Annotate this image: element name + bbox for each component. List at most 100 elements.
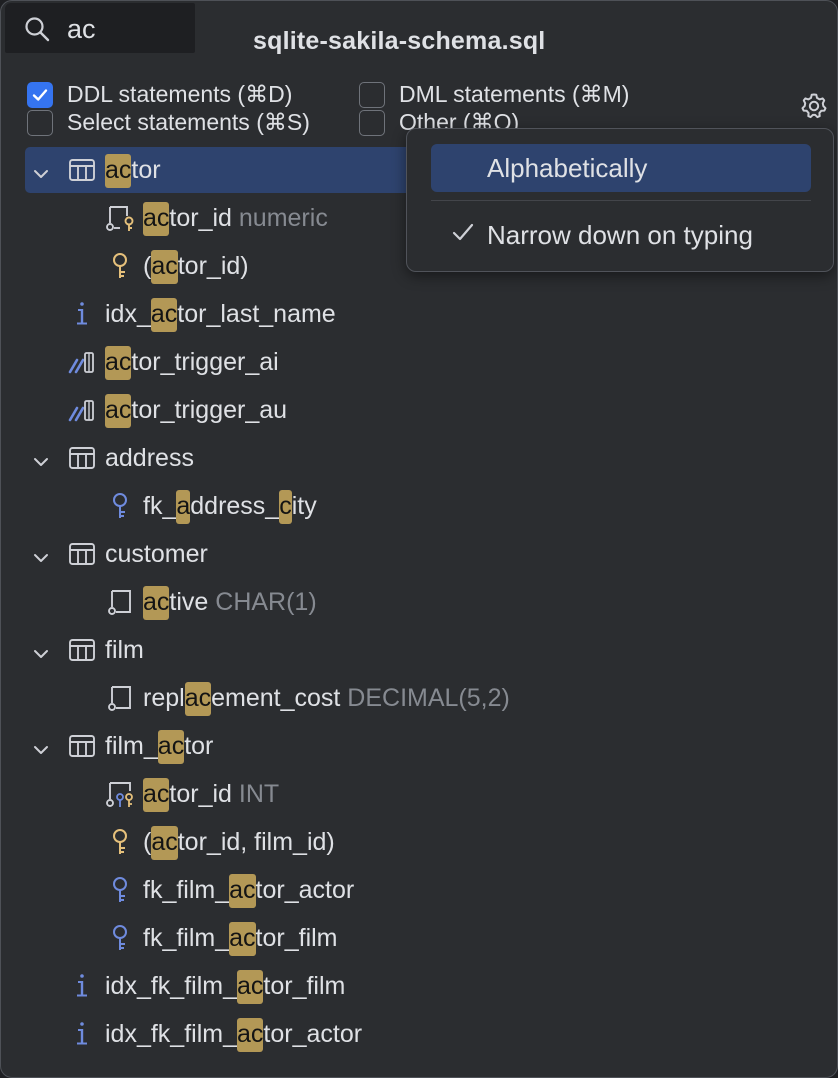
tree-row[interactable]: fk_film_actor_actor (25, 867, 837, 913)
tree-row-label: fk_address_city (143, 490, 317, 524)
label-text: ity (291, 492, 317, 520)
label-text: ement_cost (211, 684, 341, 712)
chevron-down-icon[interactable] (32, 545, 50, 563)
tree-row-label: fk_film_actor_film (143, 922, 338, 956)
primary-key-icon (105, 251, 135, 281)
tree-row-label: idx_fk_film_actor_actor (105, 1018, 362, 1052)
match-highlight: ac (237, 1018, 264, 1052)
foreign-key-icon (105, 923, 135, 953)
label-text: tor_last_name (177, 300, 336, 328)
tree-row[interactable]: (actor_id, film_id) (25, 819, 837, 865)
chevron-down-icon[interactable] (32, 641, 50, 659)
dml-checkbox[interactable] (359, 81, 385, 108)
match-highlight: ac (143, 586, 170, 620)
tree-row-label: film_actor (105, 730, 213, 764)
tree-row[interactable]: idx_fk_film_actor_film (25, 963, 837, 1009)
chevron-down-icon[interactable] (32, 737, 50, 755)
label-text: fk_film_ (143, 876, 230, 904)
tree-row[interactable]: replacement_cost DECIMAL(5,2) (25, 675, 837, 721)
label-text: tor_id, film_id) (177, 828, 335, 856)
chevron-down-icon[interactable] (32, 161, 50, 179)
tree-row[interactable]: idx_actor_last_name (25, 291, 837, 337)
search-input[interactable] (67, 10, 187, 48)
table-icon (67, 443, 97, 473)
other-checkbox[interactable] (359, 109, 385, 136)
table-icon (67, 155, 97, 185)
tree-row-label: address (105, 444, 194, 473)
filter-dml[interactable]: DML statements (⌘M) (359, 81, 629, 108)
label-text: tor (131, 156, 161, 184)
match-highlight: ac (105, 394, 132, 428)
match-highlight: ac (143, 778, 170, 812)
search-box[interactable] (5, 3, 195, 53)
index-icon (67, 971, 97, 1001)
tree-row-label: actor_trigger_ai (105, 346, 279, 380)
match-highlight: c (279, 490, 292, 524)
tree-row[interactable]: fk_film_actor_film (25, 915, 837, 961)
tree-row-label: (actor_id) (143, 250, 249, 284)
label-text: tor_id (169, 780, 232, 808)
column-icon (105, 683, 135, 713)
gear-icon[interactable] (799, 91, 829, 121)
structure-popup-window: sqlite-sakila-schema.sql DDL statements … (0, 0, 838, 1078)
label-text: idx_ (105, 300, 151, 328)
label-text: address (105, 444, 194, 472)
tree-row[interactable]: active CHAR(1) (25, 579, 837, 625)
tree-row-label: idx_fk_film_actor_film (105, 970, 345, 1004)
label-text: tor_film (255, 924, 338, 952)
menu-item-alphabetically[interactable]: Alphabetically (431, 144, 811, 192)
match-highlight: ac (105, 154, 132, 188)
match-highlight: ac (105, 346, 132, 380)
trigger-icon (67, 347, 97, 377)
chevron-down-icon[interactable] (32, 449, 50, 467)
tree-row[interactable]: actor_trigger_ai (25, 339, 837, 385)
match-highlight: ac (229, 922, 256, 956)
label-text: ddress_ (190, 492, 280, 520)
menu-item-narrow-down-label: Narrow down on typing (487, 219, 753, 250)
tree-row-label: active CHAR(1) (143, 586, 317, 620)
label-text: tor_id (169, 204, 232, 232)
foreign-key-icon (105, 875, 135, 905)
label-text: tor_trigger_ai (131, 348, 279, 376)
tree-row-label: actor (105, 154, 161, 188)
ddl-checkbox[interactable] (27, 81, 53, 108)
menu-divider (431, 200, 811, 201)
primary-key-icon (105, 827, 135, 857)
label-text: tor_id) (177, 252, 249, 280)
tree-row-label: customer (105, 540, 208, 569)
tree-row[interactable]: idx_fk_film_actor_actor (25, 1011, 837, 1057)
tree-row-label: actor_id numeric (143, 202, 328, 236)
filter-ddl[interactable]: DDL statements (⌘D) (27, 81, 292, 108)
label-text: customer (105, 540, 208, 568)
sort-options-popup: Alphabetically Narrow down on typing (406, 128, 834, 272)
match-highlight: ac (143, 202, 170, 236)
tree-row[interactable]: film (25, 627, 837, 673)
column-type: INT (231, 780, 280, 808)
index-icon (67, 1019, 97, 1049)
tree-row[interactable]: film_actor (25, 723, 837, 769)
menu-item-narrow-down[interactable]: Narrow down on typing (431, 211, 811, 259)
match-highlight: ac (151, 250, 178, 284)
column-fk-pk-icon (105, 779, 135, 809)
match-highlight: a (176, 490, 191, 524)
tree-row[interactable]: customer (25, 531, 837, 577)
filter-select-label: Select statements (⌘S) (67, 109, 310, 135)
select-checkbox[interactable] (27, 109, 53, 136)
filter-select[interactable]: Select statements (⌘S) (27, 109, 310, 136)
match-highlight: ac (157, 730, 185, 764)
file-title: sqlite-sakila-schema.sql (253, 27, 546, 55)
label-text: film_ (105, 732, 158, 760)
tree-row[interactable]: actor_id INT (25, 771, 837, 817)
tree-row[interactable]: address (25, 435, 837, 481)
label-text: tor_actor (255, 876, 355, 904)
table-icon (67, 539, 97, 569)
label-text: repl (143, 684, 185, 712)
tree-row-label: actor_trigger_au (105, 394, 287, 428)
label-text: idx_fk_film_ (105, 1020, 237, 1048)
tree-row[interactable]: fk_address_city (25, 483, 837, 529)
tree-row-label: actor_id INT (143, 778, 280, 812)
tree-row[interactable]: actor_trigger_au (25, 387, 837, 433)
search-icon (25, 17, 50, 42)
match-highlight: ac (150, 298, 178, 332)
tree-row-label: replacement_cost DECIMAL(5,2) (143, 682, 510, 716)
